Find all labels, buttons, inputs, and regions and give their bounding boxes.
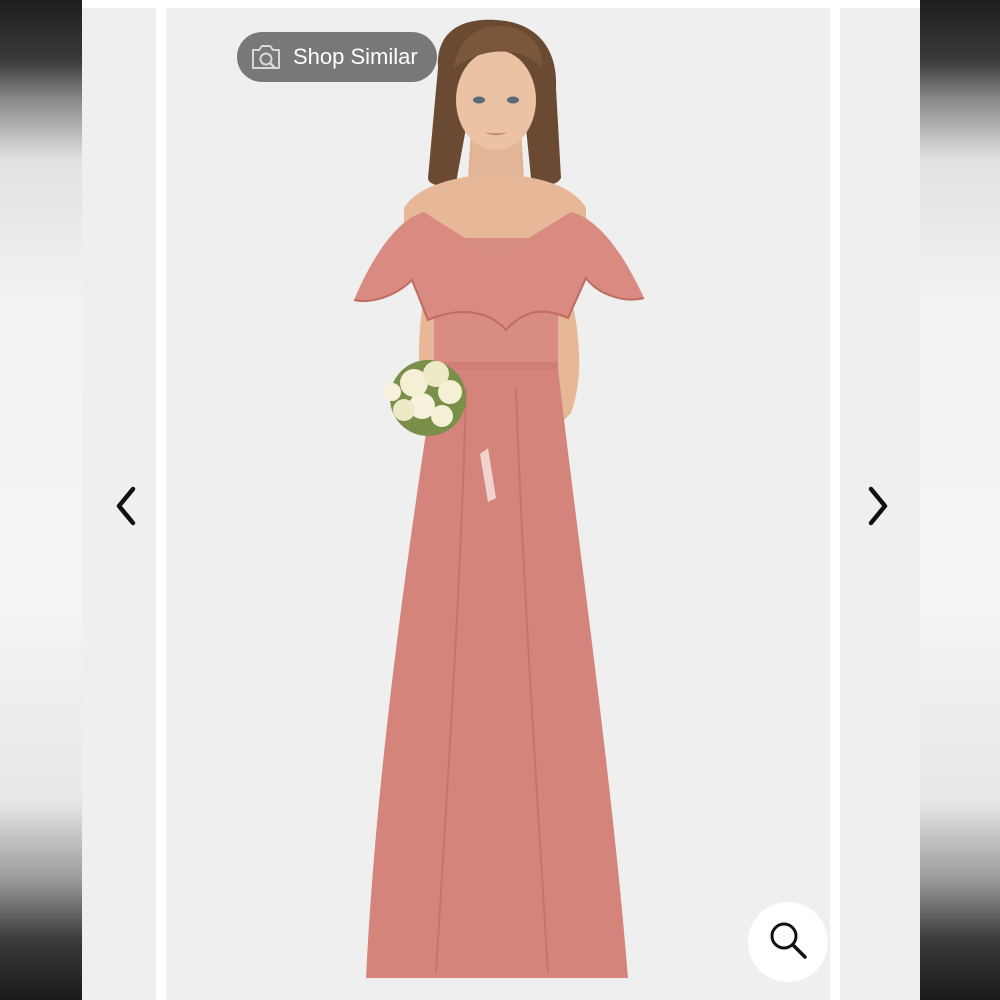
right-backdrop — [920, 0, 1000, 1000]
model-in-pink-dress — [353, 19, 645, 978]
product-gallery: Shop Similar — [82, 0, 920, 1000]
next-image-button[interactable] — [858, 485, 898, 531]
left-backdrop — [0, 0, 82, 1000]
screenshot-stage: Shop Similar — [0, 0, 1000, 1000]
product-image[interactable]: Shop Similar — [166, 8, 830, 1000]
camera-search-icon — [249, 40, 283, 74]
shop-similar-label: Shop Similar — [293, 44, 418, 69]
chevron-left-icon — [113, 485, 139, 532]
zoom-button[interactable] — [748, 902, 828, 982]
chevron-right-icon — [865, 485, 891, 532]
previous-image-button[interactable] — [106, 485, 146, 531]
shop-similar-button[interactable]: Shop Similar — [237, 32, 437, 82]
magnifier-icon — [767, 919, 809, 966]
